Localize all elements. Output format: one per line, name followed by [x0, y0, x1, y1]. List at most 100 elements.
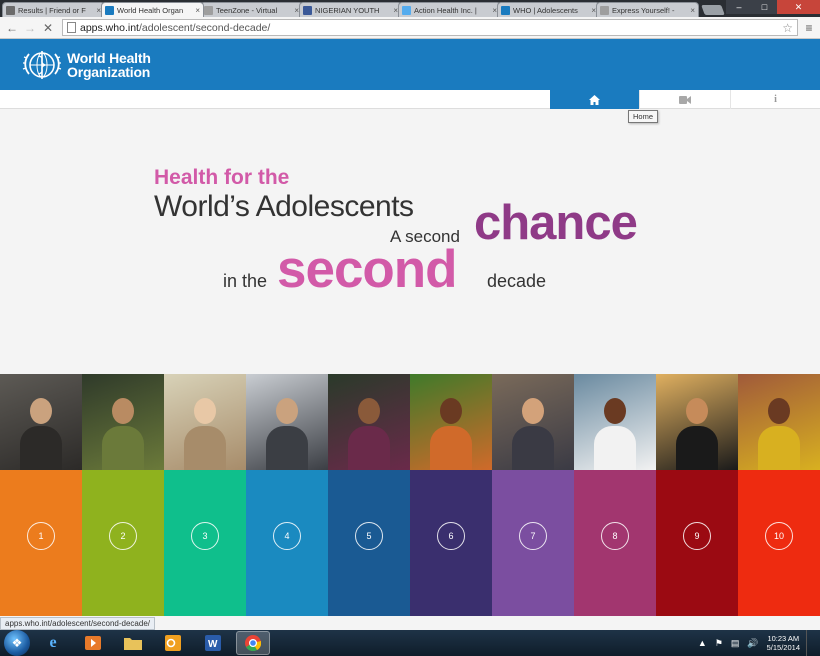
tab-title: NIGERIAN YOUTH: [315, 5, 380, 15]
browser-menu-icon[interactable]: ≡: [802, 21, 816, 35]
stop-icon[interactable]: ✕: [40, 20, 56, 36]
chapter-number-button[interactable]: 5: [355, 522, 383, 550]
address-bar[interactable]: apps.who.int/adolescent/second-decade/ ☆: [62, 19, 798, 36]
chapter-number-button[interactable]: 3: [191, 522, 219, 550]
who-header: World Health Organization: [0, 39, 820, 90]
adolescent-photo[interactable]: [164, 374, 246, 470]
browser-tab-strip: Results | Friend or F × World Health Organ…: [0, 0, 820, 17]
volume-icon[interactable]: 🔊: [747, 638, 758, 649]
photo-figure-head: [112, 398, 134, 424]
photo-figure-body: [594, 426, 636, 470]
chapter-number-button[interactable]: 8: [601, 522, 629, 550]
chapter-panel[interactable]: 5: [328, 470, 410, 616]
nav-video[interactable]: [639, 90, 730, 109]
photo-figure-head: [30, 398, 52, 424]
chapter-panel[interactable]: 2: [82, 470, 164, 616]
adolescent-photo[interactable]: [410, 374, 492, 470]
new-tab-button[interactable]: [701, 5, 725, 15]
photo-figure-body: [348, 426, 390, 470]
who-emblem-icon[interactable]: [21, 46, 63, 84]
chrome-icon[interactable]: [236, 631, 270, 655]
chapter-panel[interactable]: 4: [246, 470, 328, 616]
adolescent-photo[interactable]: [82, 374, 164, 470]
chapter-number-button[interactable]: 9: [683, 522, 711, 550]
window-controls: – □ ✕: [726, 0, 820, 14]
browser-tab[interactable]: Action Health Inc. | ×: [398, 2, 501, 17]
tab-favicon-icon: [402, 5, 411, 15]
tab-favicon-icon: [105, 5, 114, 15]
photo-figure-head: [604, 398, 626, 424]
internet-explorer-icon[interactable]: e: [36, 631, 70, 655]
hero-banner: Health for the World’s Adolescents chanc…: [0, 110, 820, 374]
who-logo-text[interactable]: World Health Organization: [67, 51, 151, 79]
chapter-number-button[interactable]: 6: [437, 522, 465, 550]
photo-figure-head: [276, 398, 298, 424]
chapter-number-button[interactable]: 7: [519, 522, 547, 550]
back-arrow-icon[interactable]: ←: [4, 20, 20, 36]
tray-expand-icon[interactable]: ▲: [698, 638, 707, 648]
hero-line-decade: decade: [487, 271, 547, 291]
tab-title: TeenZone - Virtual: [216, 5, 278, 15]
tab-title: Results | Friend or F: [18, 5, 86, 15]
hero-line-adolescents: World’s Adolescents: [154, 190, 414, 223]
adolescent-photo[interactable]: [656, 374, 738, 470]
status-url-bubble: apps.who.int/adolescent/second-decade/: [0, 617, 155, 630]
chapter-panels: 1 2 3 4 5 6 7 8 9 10: [0, 470, 820, 616]
nav-info[interactable]: i: [730, 90, 820, 109]
close-window-button[interactable]: ✕: [777, 0, 820, 14]
clock[interactable]: 10:23 AM 5/15/2014: [767, 634, 800, 652]
browser-tab[interactable]: World Health Organ ×: [101, 2, 204, 17]
minimize-button[interactable]: –: [726, 0, 752, 14]
chapter-panel[interactable]: 8: [574, 470, 656, 616]
tab-favicon-icon: [204, 5, 213, 15]
chapter-panel[interactable]: 9: [656, 470, 738, 616]
word-icon[interactable]: W: [196, 631, 230, 655]
chapter-panel[interactable]: 7: [492, 470, 574, 616]
tab-title: Action Health Inc. |: [414, 5, 477, 15]
adolescent-photo[interactable]: [738, 374, 820, 470]
chapter-number-button[interactable]: 2: [109, 522, 137, 550]
nav-home[interactable]: [550, 90, 639, 109]
chapter-panel[interactable]: 10: [738, 470, 820, 616]
forward-arrow-icon[interactable]: →: [22, 20, 38, 36]
browser-tab[interactable]: WHO | Adolescents ×: [497, 2, 600, 17]
clock-time: 10:23 AM: [767, 634, 800, 643]
action-center-flag-icon[interactable]: ⚑: [715, 638, 723, 649]
browser-tab[interactable]: Express Yourself! - ×: [596, 2, 699, 17]
adolescent-photo[interactable]: [574, 374, 656, 470]
maximize-button[interactable]: □: [752, 0, 777, 14]
browser-tab[interactable]: NIGERIAN YOUTH ×: [299, 2, 402, 17]
network-icon[interactable]: ▤: [731, 638, 740, 649]
svg-text:W: W: [208, 639, 218, 650]
browser-tab[interactable]: TeenZone - Virtual ×: [200, 2, 303, 17]
chapter-number-button[interactable]: 10: [765, 522, 793, 550]
chapter-number-button[interactable]: 1: [27, 522, 55, 550]
start-button[interactable]: ❖: [4, 630, 30, 656]
file-explorer-icon[interactable]: [116, 631, 150, 655]
photo-figure-body: [184, 426, 226, 470]
hero-word-chance: chance: [474, 196, 638, 250]
tab-favicon-icon: [303, 5, 312, 15]
chapter-panel[interactable]: 1: [0, 470, 82, 616]
tab-favicon-icon: [600, 5, 609, 15]
outlook-icon[interactable]: [156, 631, 190, 655]
tab-close-icon[interactable]: ×: [195, 6, 200, 15]
video-camera-icon: [679, 95, 691, 104]
adolescent-photo[interactable]: [328, 374, 410, 470]
show-desktop-button[interactable]: [806, 630, 816, 656]
tab-close-icon[interactable]: ×: [690, 6, 695, 15]
photo-figure-body: [758, 426, 800, 470]
browser-tab[interactable]: Results | Friend or F ×: [2, 2, 105, 17]
who-name-line2: Organization: [67, 63, 151, 80]
bookmark-star-icon[interactable]: ☆: [782, 21, 793, 35]
chapter-panel[interactable]: 3: [164, 470, 246, 616]
adolescent-photo[interactable]: [492, 374, 574, 470]
chapter-panel[interactable]: 6: [410, 470, 492, 616]
chapter-number-button[interactable]: 4: [273, 522, 301, 550]
tab-list: Results | Friend or F × World Health Organ…: [2, 0, 699, 17]
tab-title: World Health Organ: [117, 5, 184, 15]
adolescent-photo[interactable]: [0, 374, 82, 470]
adolescent-photo[interactable]: [246, 374, 328, 470]
url-host: apps.who.int: [80, 21, 139, 34]
media-player-icon[interactable]: [76, 631, 110, 655]
